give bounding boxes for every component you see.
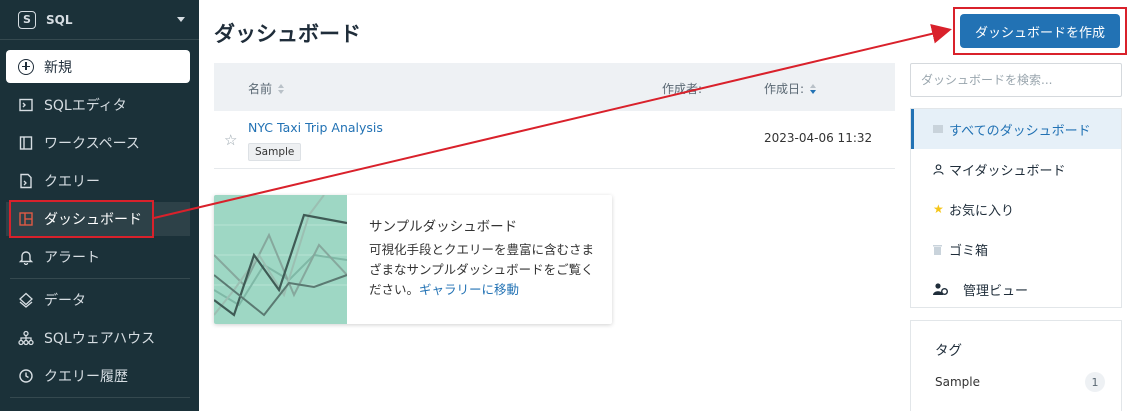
sidebar-item-label: クエリー履歴 [44,369,128,385]
column-header-name[interactable]: 名前 [248,80,285,97]
dashboard-table: 名前 作成者: 作成日: ☆ NYC Taxi Trip Analysis Sa… [214,63,895,169]
admin-icon [933,283,951,295]
sidebar-item-label: ワークスペース [44,136,140,152]
table-row[interactable]: ☆ NYC Taxi Trip Analysis Sample 2023-04-… [214,111,895,169]
sidebar-divider [10,397,190,398]
sidebar-item-query[interactable]: クエリー [6,164,190,198]
sidebar-item-alerts[interactable]: アラート [6,240,190,274]
filter-panel: すべてのダッシュボード マイダッシュボード ★ お気に入り ゴミ箱 管理ビュー [910,108,1122,308]
sample-card-title: サンプルダッシュボード [369,219,518,235]
tag-panel: タグ Sample 1 [910,320,1122,411]
column-header-created[interactable]: 作成日: [764,80,817,97]
list-icon [933,125,945,133]
sort-icon [278,83,285,94]
tag-badge: Sample [248,143,302,161]
sidebar-item-workspace[interactable]: ワークスペース [6,126,190,160]
history-icon [18,368,34,384]
star-icon: ★ [933,202,944,216]
warehouse-icon [18,330,34,346]
tag-count-badge: 1 [1085,372,1105,392]
sidebar-item-data[interactable]: データ [6,283,190,317]
query-icon [18,173,34,189]
chevron-down-icon [177,17,185,22]
sidebar-item-query-history[interactable]: クエリー履歴 [6,359,190,393]
new-button[interactable]: 新規 [6,50,190,83]
sidebar-item-label: SQLウェアハウス [44,331,156,347]
plus-circle-icon [18,58,34,75]
sidebar-item-sql-warehouse[interactable]: SQLウェアハウス [6,321,190,355]
data-icon [18,292,34,308]
page-title: ダッシュボード [214,22,361,46]
filter-admin-view[interactable]: 管理ビュー [911,269,1121,309]
user-icon [933,163,945,175]
dashboard-link[interactable]: NYC Taxi Trip Analysis [248,120,383,135]
sample-card-description: 可視化手段とクエリーを豊富に含むさまざまなサンプルダッシュボードをご覧ください。… [369,242,595,297]
sort-desc-icon [810,83,817,94]
main-content: ダッシュボード ダッシュボードを作成 名前 作成者: 作成日: ☆ NYC Ta… [199,0,1140,411]
sample-dashboard-card: サンプルダッシュボード 可視化手段とクエリーを豊富に含むさまざまなサンプルダッシ… [214,195,612,324]
sidebar-item-sql-editor[interactable]: SQLエディタ [6,88,190,122]
table-header: 名前 作成者: 作成日: [214,63,895,111]
tag-filter-item[interactable]: Sample [935,375,980,389]
tag-heading: タグ [935,343,962,359]
bell-icon [18,249,34,265]
sidebar-item-label: データ [44,293,86,309]
trash-icon [933,244,945,255]
workspace-icon [18,135,34,151]
new-button-label: 新規 [44,59,72,76]
annotation-highlight-dashboard [9,200,154,238]
column-header-author[interactable]: 作成者: [662,80,702,97]
annotation-highlight-create [953,7,1127,55]
filter-all-dashboards[interactable]: すべてのダッシュボード [911,109,1121,149]
filter-favorites[interactable]: ★ お気に入り [911,189,1121,229]
workspace-label: SQL [46,12,73,27]
sidebar-divider [10,278,190,279]
sql-editor-icon [18,97,34,113]
sidebar-item-label: SQLエディタ [44,98,127,114]
gallery-link[interactable]: ギャラリーに移動 [419,282,519,297]
created-date: 2023-04-06 11:32 [764,131,873,145]
sql-logo-icon: S [18,10,36,29]
filter-trash[interactable]: ゴミ箱 [911,229,1121,269]
sidebar-item-label: アラート [44,250,100,266]
workspace-switcher[interactable]: S SQL [0,0,199,40]
favorite-star-icon[interactable]: ☆ [224,131,237,149]
filter-my-dashboards[interactable]: マイダッシュボード [911,149,1121,189]
sample-chart-illustration [214,195,348,324]
dashboard-search-input[interactable] [910,63,1122,97]
sidebar-item-label: クエリー [44,174,100,190]
